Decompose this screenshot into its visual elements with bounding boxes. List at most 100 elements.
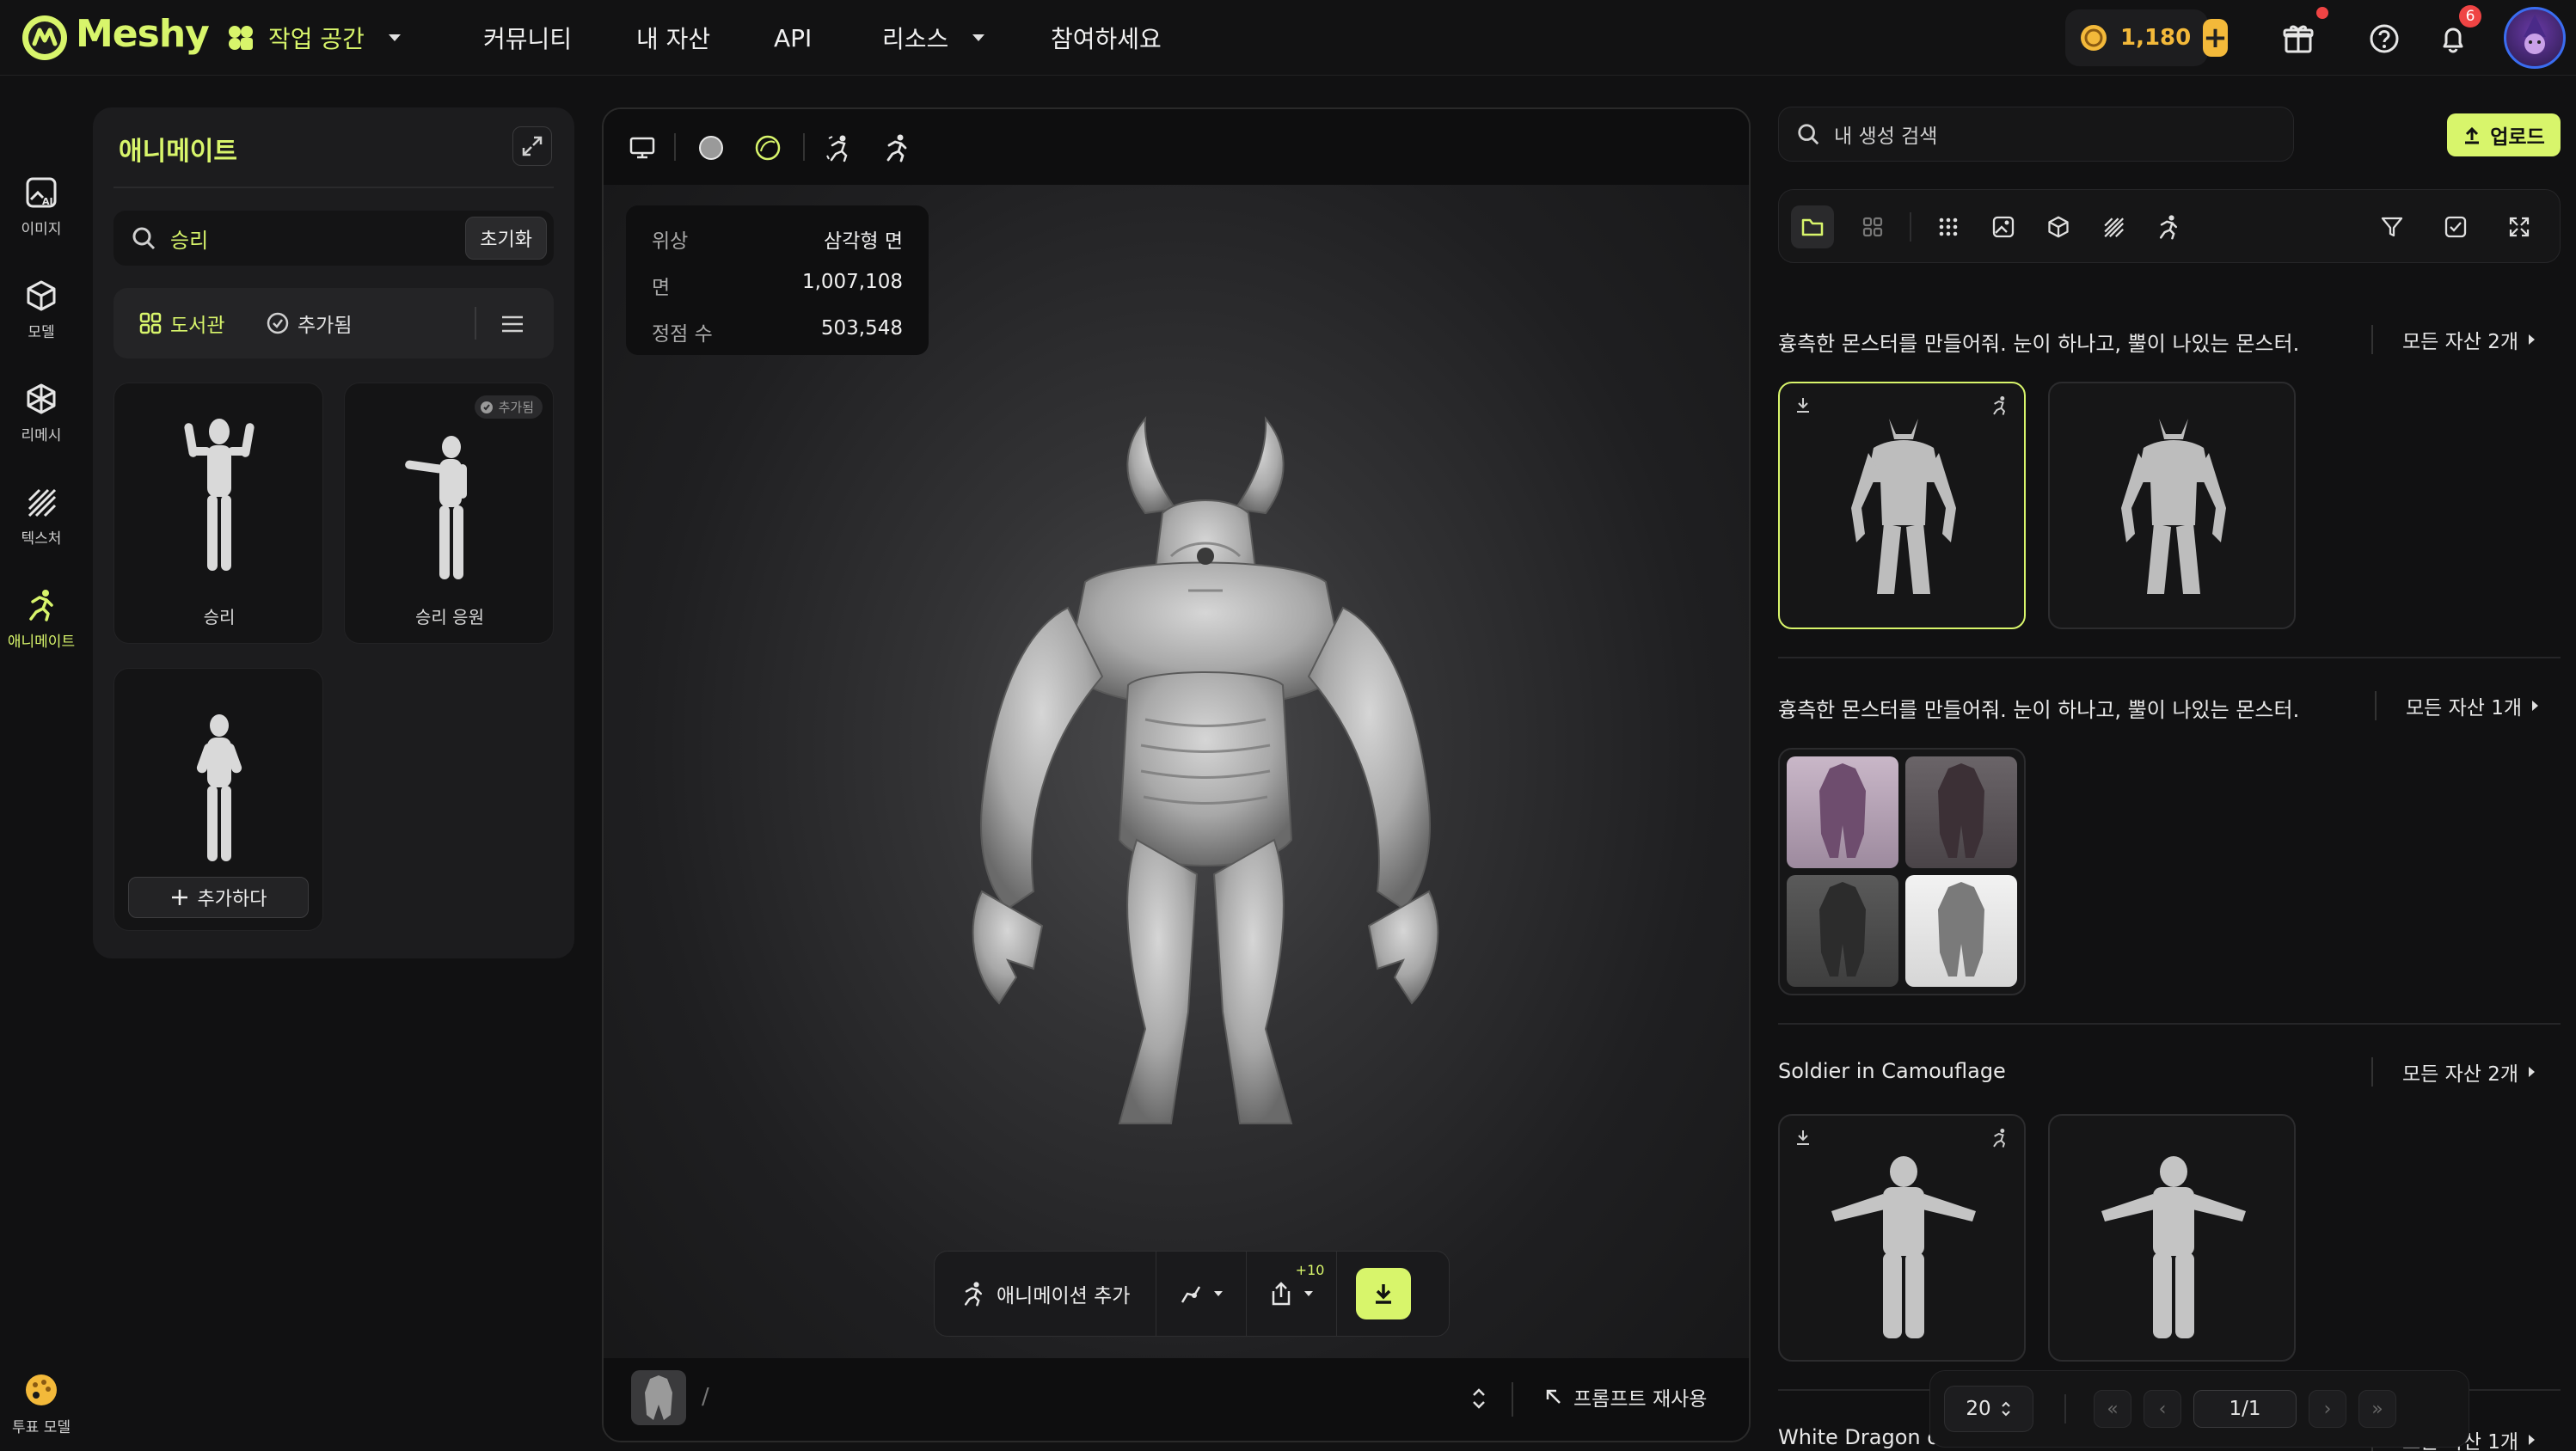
menu-icon[interactable]	[497, 309, 528, 340]
animation-card[interactable]: 승리	[113, 383, 323, 644]
notification-count-badge: 6	[2459, 5, 2481, 28]
all-assets-label: 모든 자산 2개	[2402, 331, 2519, 353]
filter-icon[interactable]	[2371, 205, 2413, 248]
running-person-icon[interactable]	[1990, 395, 2010, 416]
add-animation-card-button[interactable]: 추가하다	[128, 877, 309, 918]
pose-menu-button[interactable]	[1156, 1252, 1248, 1336]
share-button[interactable]: +10	[1247, 1252, 1338, 1336]
top-navigation-bar: Meshy 작업 공간 커뮤니티 내 자산 API 리소스 참여하세요 1,18…	[0, 0, 2576, 76]
buy-credits-button[interactable]: +	[2203, 19, 2228, 57]
asset-tile[interactable]	[2048, 1114, 2296, 1362]
chevron-down-icon	[1303, 1290, 1314, 1297]
history-search-input[interactable]: 내 생성 검색	[1778, 107, 2294, 162]
group-divider	[1778, 1023, 2561, 1025]
gift-icon[interactable]	[2279, 19, 2318, 58]
viewport-bottom-bar: / 프롬프트 재사용	[604, 1358, 1749, 1441]
monitor-icon[interactable]	[626, 132, 659, 164]
caret-right-icon	[2527, 1066, 2536, 1078]
dots-grid-icon[interactable]	[1927, 205, 1970, 248]
monster-3d-model[interactable]	[913, 410, 1498, 1184]
sidebar-item-model[interactable]: 모델	[0, 279, 83, 341]
page-size-select[interactable]: 20	[1944, 1386, 2033, 1432]
animation-card[interactable]: 추가됨 승리 응원	[344, 383, 554, 644]
all-assets-link[interactable]: 모든 자산 2개	[2371, 1057, 2536, 1087]
chevron-up-down-icon[interactable]	[1465, 1382, 1493, 1415]
download-icon[interactable]	[1794, 395, 1812, 414]
upload-icon	[2463, 126, 2481, 144]
select-checkbox-icon[interactable]	[2434, 205, 2477, 248]
asset-tile[interactable]	[1778, 748, 2026, 995]
tab-added[interactable]: 추가됨	[267, 309, 352, 338]
download-button[interactable]	[1356, 1268, 1412, 1319]
fullscreen-icon[interactable]	[2498, 205, 2541, 248]
prev-page-button[interactable]: ‹	[2144, 1390, 2181, 1428]
image-thumbnail	[1905, 756, 2017, 868]
soldier-thumbnail	[1818, 1145, 1990, 1351]
remesh-icon	[24, 382, 58, 416]
tab-library[interactable]: 도서관	[139, 309, 224, 338]
image-filter-icon[interactable]	[1982, 205, 2025, 248]
sidebar-item-vote-model[interactable]: 투표 모델	[0, 1372, 83, 1436]
rig-icon[interactable]	[824, 132, 856, 164]
3d-viewport[interactable]: 위상 삼각형 면 면 1,007,108 정점 수 503,548 애니메이션 …	[602, 107, 1751, 1442]
last-page-button[interactable]: »	[2358, 1390, 2396, 1428]
search-value: 승리	[170, 228, 209, 253]
nav-community[interactable]: 커뮤니티	[483, 0, 572, 76]
asset-tile[interactable]	[1778, 1114, 2026, 1362]
soldier-thumbnail	[2088, 1145, 2260, 1351]
upload-button[interactable]: 업로드	[2447, 113, 2561, 156]
add-animation-button[interactable]: 애니메이션 추가	[935, 1252, 1157, 1336]
expand-icon[interactable]	[512, 126, 552, 166]
running-person-icon[interactable]	[1990, 1128, 2010, 1148]
credits-widget[interactable]: 1,180 +	[2065, 9, 2228, 66]
first-page-button[interactable]: «	[2094, 1390, 2131, 1428]
page-indicator[interactable]: 1/1	[2193, 1390, 2297, 1428]
help-icon[interactable]	[2364, 19, 2404, 58]
panel-title: 애니메이트	[119, 137, 237, 167]
badge-label: 추가됨	[498, 400, 534, 415]
all-assets-link[interactable]: 모든 자산 1개	[2375, 691, 2539, 720]
clay-shading-icon[interactable]	[751, 132, 784, 164]
model-thumbnail[interactable]	[631, 1370, 686, 1425]
running-person-icon[interactable]	[2147, 205, 2190, 248]
all-assets-link[interactable]: 모든 자산 2개	[2371, 325, 2536, 354]
image-ai-icon: AI	[24, 175, 58, 210]
asset-tile[interactable]	[2048, 382, 2296, 629]
nav-api[interactable]: API	[774, 0, 812, 76]
meshy-logo-icon[interactable]	[19, 12, 71, 64]
stat-row: 정점 수 503,548	[652, 317, 903, 346]
viewport-action-bar: 애니메이션 추가 +10	[934, 1251, 1450, 1337]
upload-label: 업로드	[2490, 126, 2545, 149]
running-person-icon[interactable]	[880, 132, 913, 164]
download-icon[interactable]	[1794, 1128, 1812, 1147]
animation-card[interactable]: 추가하다	[113, 668, 323, 931]
pager-divider	[2064, 1394, 2066, 1423]
nav-my-assets[interactable]: 내 자산	[636, 0, 710, 76]
texture-icon[interactable]	[2092, 205, 2135, 248]
avatar[interactable]	[2504, 7, 2566, 69]
stat-value: 503,548	[820, 317, 903, 340]
sidebar-item-animate[interactable]: 애니메이트	[0, 588, 83, 651]
grid-view-icon[interactable]	[1851, 205, 1894, 248]
mannequin-victory-image	[168, 406, 271, 578]
nav-resources[interactable]: 리소스	[882, 0, 986, 76]
share-reward-badge: +10	[1295, 1262, 1325, 1278]
solid-shading-icon[interactable]	[695, 132, 727, 164]
next-page-button[interactable]: ›	[2309, 1390, 2346, 1428]
folder-icon[interactable]	[1791, 205, 1834, 248]
gift-notification-dot	[2316, 7, 2328, 19]
nav-join[interactable]: 참여하세요	[1051, 0, 1162, 76]
coin-icon	[2079, 23, 2108, 52]
reuse-prompt-label: 프롬프트 재사용	[1573, 1388, 1708, 1411]
nav-workspace[interactable]: 작업 공간	[225, 0, 402, 76]
cube-icon[interactable]	[2037, 205, 2080, 248]
reset-button[interactable]: 초기화	[465, 217, 547, 260]
sidebar-item-image[interactable]: AI 이미지	[0, 175, 83, 238]
asset-tile[interactable]	[1778, 382, 2026, 629]
check-circle-icon	[267, 312, 289, 334]
sidebar-item-texture[interactable]: 텍스처	[0, 485, 83, 548]
reuse-prompt-button[interactable]: 프롬프트 재사용	[1544, 1382, 1707, 1411]
animation-search-input[interactable]: 승리 초기화	[113, 211, 554, 266]
brand-name[interactable]: Meshy	[76, 12, 210, 56]
sidebar-item-remesh[interactable]: 리메시	[0, 382, 83, 444]
